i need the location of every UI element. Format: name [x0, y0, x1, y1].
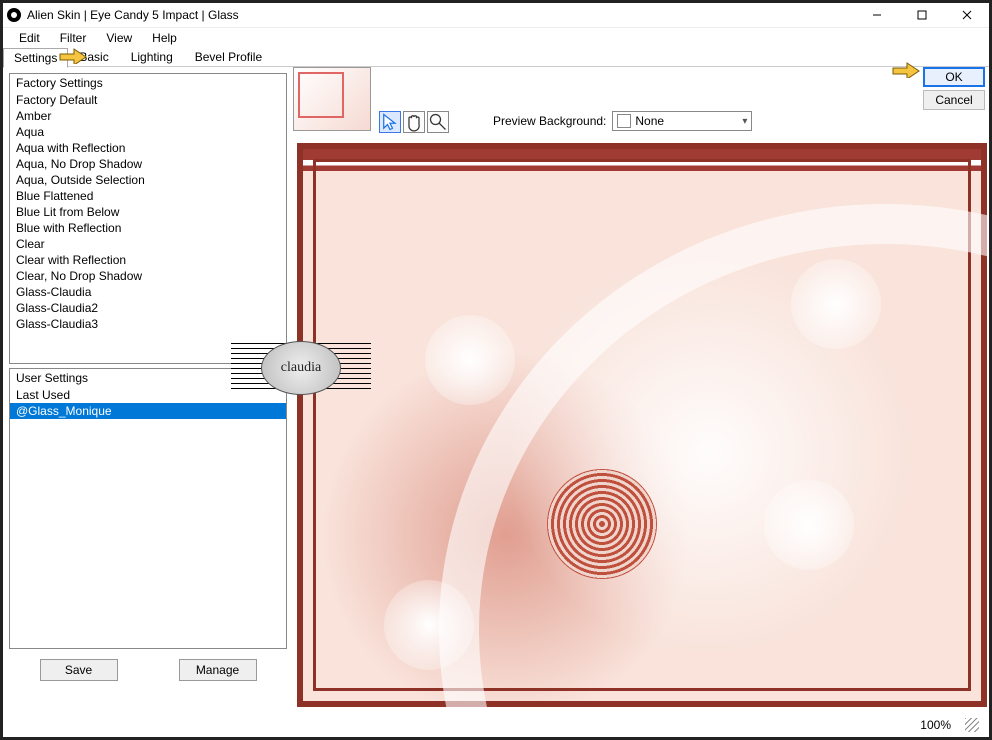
menu-view[interactable]: View: [96, 29, 142, 47]
title-bar: Alien Skin | Eye Candy 5 Impact | Glass: [3, 3, 989, 28]
zoom-tool-icon[interactable]: [427, 111, 449, 133]
minimize-button[interactable]: [854, 4, 899, 26]
list-item[interactable]: Amber: [10, 108, 286, 124]
preview-toolbar: [379, 111, 449, 133]
pointer-tool-icon[interactable]: [379, 111, 401, 133]
tab-bevel-profile[interactable]: Bevel Profile: [184, 47, 273, 67]
preview-background-value: None: [635, 114, 664, 128]
settings-buttons: Save Manage: [9, 659, 287, 681]
list-item[interactable]: Aqua with Reflection: [10, 140, 286, 156]
settings-pane: Factory Settings Factory Default Amber A…: [3, 67, 293, 709]
resize-grip-icon[interactable]: [965, 718, 979, 732]
preview-background-select[interactable]: None: [612, 111, 752, 131]
status-bar: 100%: [914, 716, 979, 734]
app-icon: [7, 8, 21, 22]
hand-tool-icon[interactable]: [403, 111, 425, 133]
tab-bar: Settings Basic Lighting Bevel Profile: [3, 47, 989, 67]
preview-pane: Preview Background: None OK Cancel: [293, 67, 989, 709]
tab-basic[interactable]: Basic: [68, 47, 119, 67]
close-button[interactable]: [944, 4, 989, 26]
glow-icon: [764, 480, 854, 570]
main-area: Factory Settings Factory Default Amber A…: [3, 67, 989, 709]
list-item-selected[interactable]: @Glass_Monique: [10, 403, 286, 419]
list-item[interactable]: Clear with Reflection: [10, 252, 286, 268]
save-button[interactable]: Save: [40, 659, 118, 681]
list-item[interactable]: Aqua: [10, 124, 286, 140]
factory-settings-list[interactable]: Factory Settings Factory Default Amber A…: [9, 73, 287, 364]
menu-filter[interactable]: Filter: [50, 29, 97, 47]
glow-icon: [384, 580, 474, 670]
menu-edit[interactable]: Edit: [9, 29, 50, 47]
ok-button[interactable]: OK: [923, 67, 985, 87]
cancel-button[interactable]: Cancel: [923, 90, 985, 110]
list-item[interactable]: Factory Default: [10, 92, 286, 108]
list-item[interactable]: Aqua, No Drop Shadow: [10, 156, 286, 172]
preview-image: [297, 143, 987, 707]
preview-background-row: Preview Background: None: [493, 111, 752, 131]
preview-thumbnail[interactable]: [293, 67, 371, 131]
preview-background-label: Preview Background:: [493, 114, 606, 128]
list-item[interactable]: Aqua, Outside Selection: [10, 172, 286, 188]
list-item[interactable]: Blue with Reflection: [10, 220, 286, 236]
list-item[interactable]: Blue Lit from Below: [10, 204, 286, 220]
menu-bar: Edit Filter View Help: [3, 28, 989, 47]
list-item[interactable]: Glass-Claudia3: [10, 316, 286, 332]
list-item[interactable]: Clear: [10, 236, 286, 252]
window-title: Alien Skin | Eye Candy 5 Impact | Glass: [27, 8, 854, 22]
list-item[interactable]: Blue Flattened: [10, 188, 286, 204]
spiral-icon: [547, 469, 657, 579]
manage-button[interactable]: Manage: [179, 659, 257, 681]
preview-background-chip: [617, 114, 631, 128]
menu-help[interactable]: Help: [142, 29, 187, 47]
preview-canvas[interactable]: [297, 143, 987, 707]
tab-settings[interactable]: Settings: [3, 48, 68, 68]
zoom-indicator: 100%: [914, 718, 957, 732]
factory-settings-header: Factory Settings: [10, 74, 286, 92]
user-settings-list[interactable]: User Settings Last Used @Glass_Monique: [9, 368, 287, 649]
glow-icon: [791, 259, 881, 349]
list-item[interactable]: Last Used: [10, 387, 286, 403]
dialog-buttons: OK Cancel: [923, 67, 985, 110]
user-settings-header: User Settings: [10, 369, 286, 387]
window-controls: [854, 4, 989, 26]
list-item[interactable]: Clear, No Drop Shadow: [10, 268, 286, 284]
glow-icon: [425, 315, 515, 405]
list-item[interactable]: Glass-Claudia2: [10, 300, 286, 316]
maximize-button[interactable]: [899, 4, 944, 26]
tab-lighting[interactable]: Lighting: [120, 47, 184, 67]
list-item[interactable]: Glass-Claudia: [10, 284, 286, 300]
